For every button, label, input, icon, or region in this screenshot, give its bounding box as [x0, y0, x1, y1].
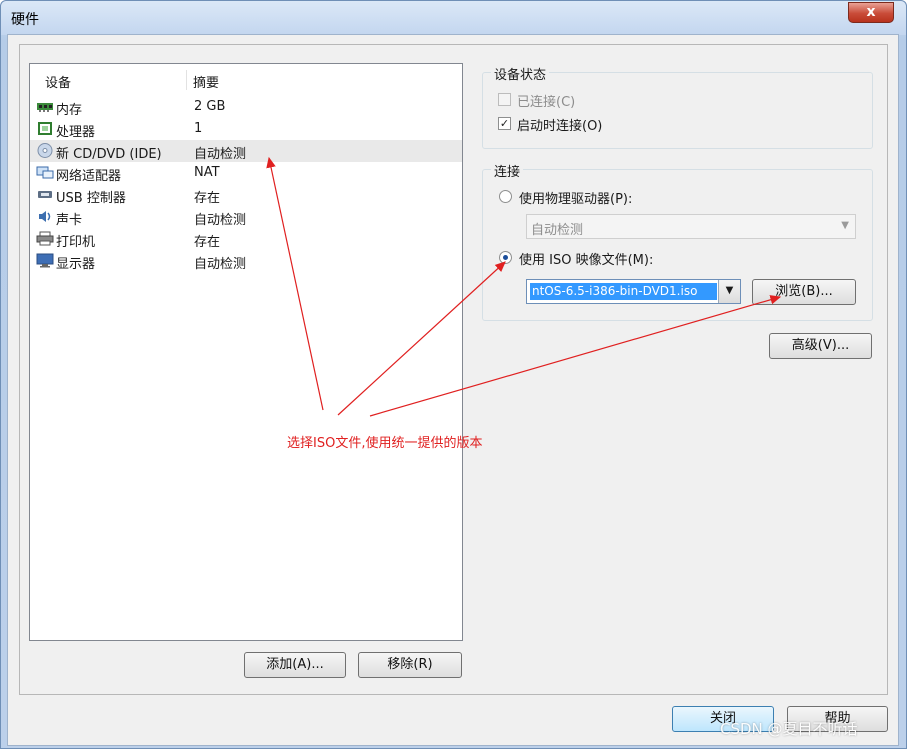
- arrow-to-browse: [369, 295, 782, 417]
- annotation-arrows: [266, 156, 782, 417]
- annotation-text: 选择ISO文件,使用统一提供的版本: [287, 436, 483, 451]
- arrow-to-cd-dvd: [266, 156, 324, 411]
- watermark: CSDN @夏目不听话: [720, 720, 858, 738]
- arrow-to-iso-radio: [337, 261, 506, 416]
